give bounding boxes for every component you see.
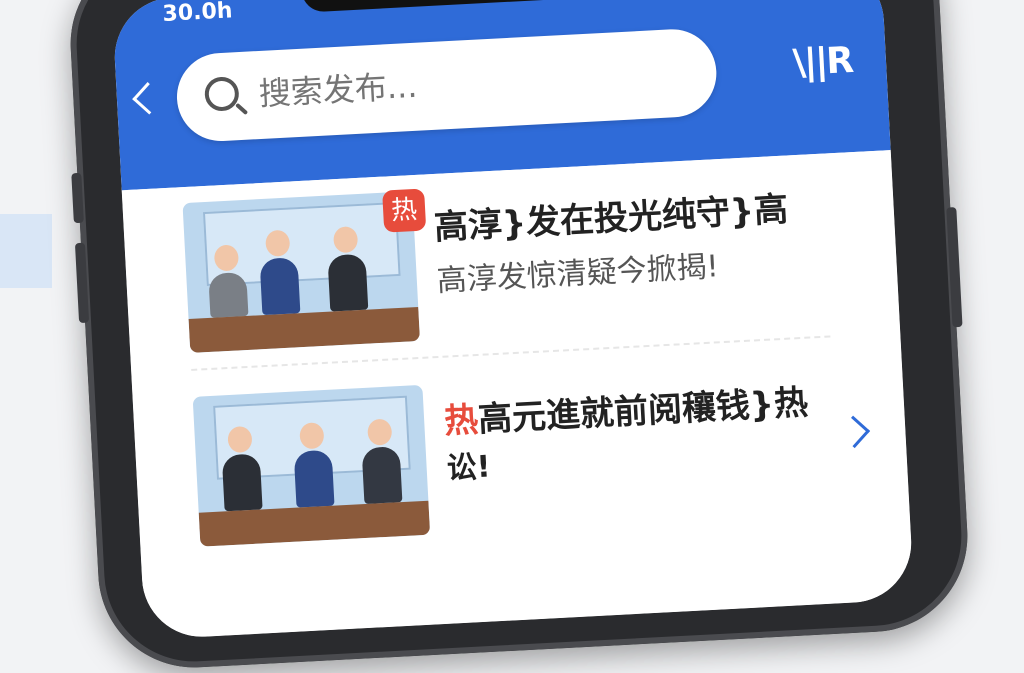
thumbnail-person [293,422,335,508]
back-icon[interactable] [132,82,165,115]
search-icon [203,76,240,112]
app-screen: 30.0h \||R 热 高淳}发在投光纯守}高 高淳发惊清疑今掀揭! [111,0,915,640]
background-card [0,214,52,288]
thumbnail-person [221,425,263,512]
thumbnail-person [327,226,369,312]
list-item[interactable]: 热高元進就前阅穰钱}热 讼! [192,363,851,567]
search-input[interactable] [255,50,682,116]
item-title[interactable]: 高淳}发在投光纯守}高 [433,182,790,249]
thumbnail-person [259,229,301,316]
hot-label: 热 [443,400,480,442]
status-time: 30.0h [161,0,234,27]
power-button [946,207,963,328]
search-bar[interactable] [174,27,719,144]
thumbnail-person [361,418,403,505]
scan-icon[interactable]: \||R [792,40,853,84]
hot-badge: 热 [382,188,427,233]
item-subtitle: 讼! [445,449,492,487]
side-button [74,242,90,324]
side-button [71,172,84,224]
phone-notch [301,0,633,13]
thumbnail-person [208,244,249,318]
item-title-text: 高元進就前阅穰钱}热 [477,382,810,440]
item-subtitle: 高淳发惊清疑今掀揭! [436,249,720,299]
results-list: 热 高淳}发在投光纯守}高 高淳发惊清疑今掀揭! 热高元進就前阅穰钱}热 讼! [121,150,915,640]
news-thumbnail [192,384,431,547]
item-title[interactable]: 热高元進就前阅穰钱}热 [443,375,809,443]
